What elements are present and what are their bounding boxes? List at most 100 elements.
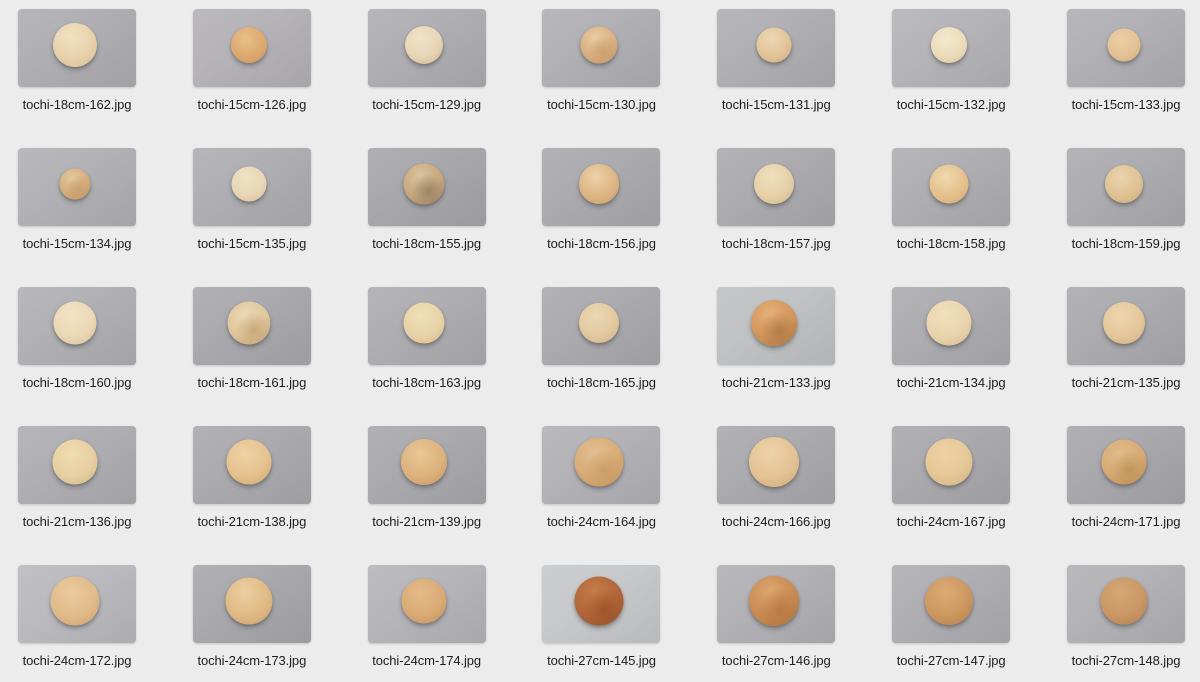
gallery-item[interactable]: tochi-18cm-163.jpg [368, 287, 486, 391]
gallery-item[interactable]: tochi-15cm-126.jpg [193, 9, 311, 113]
thumbnail-image[interactable] [717, 565, 835, 643]
thumbnail-image[interactable] [193, 148, 311, 226]
wooden-plate-photo [228, 301, 271, 344]
thumbnail-image[interactable] [1067, 565, 1185, 643]
gallery-item[interactable]: tochi-24cm-172.jpg [18, 565, 136, 669]
thumbnail-image[interactable] [892, 148, 1010, 226]
thumbnail-image[interactable] [717, 426, 835, 504]
filename-label: tochi-18cm-165.jpg [542, 375, 660, 391]
wooden-plate-photo [1101, 439, 1146, 484]
gallery-item[interactable]: tochi-18cm-159.jpg [1067, 148, 1185, 252]
gallery-item[interactable]: tochi-21cm-136.jpg [18, 426, 136, 530]
gallery-item[interactable]: tochi-24cm-171.jpg [1067, 426, 1185, 530]
wooden-plate-photo [227, 439, 272, 484]
thumbnail-image[interactable] [542, 287, 660, 365]
gallery-item[interactable]: tochi-18cm-162.jpg [18, 9, 136, 113]
filename-label: tochi-15cm-129.jpg [368, 97, 486, 113]
filename-label: tochi-15cm-134.jpg [18, 236, 136, 252]
gallery-item[interactable]: tochi-27cm-147.jpg [892, 565, 1010, 669]
filename-label: tochi-15cm-133.jpg [1067, 97, 1185, 113]
gallery-item[interactable]: tochi-27cm-146.jpg [717, 565, 835, 669]
thumbnail-image[interactable] [717, 287, 835, 365]
filename-label: tochi-21cm-135.jpg [1067, 375, 1185, 391]
gallery-item[interactable]: tochi-24cm-164.jpg [542, 426, 660, 530]
wooden-plate-photo [226, 577, 273, 624]
filename-label: tochi-18cm-156.jpg [542, 236, 660, 252]
gallery-item[interactable]: tochi-15cm-130.jpg [542, 9, 660, 113]
gallery-item[interactable]: tochi-18cm-158.jpg [892, 148, 1010, 252]
gallery-item[interactable]: tochi-27cm-145.jpg [542, 565, 660, 669]
filename-label: tochi-15cm-132.jpg [892, 97, 1010, 113]
filename-label: tochi-15cm-130.jpg [542, 97, 660, 113]
wooden-plate-photo [232, 166, 267, 201]
wooden-plate-photo [1100, 577, 1147, 624]
thumbnail-image[interactable] [18, 426, 136, 504]
gallery-item[interactable]: tochi-21cm-138.jpg [193, 426, 311, 530]
gallery-item[interactable]: tochi-24cm-166.jpg [717, 426, 835, 530]
gallery-item[interactable]: tochi-15cm-135.jpg [193, 148, 311, 252]
thumbnail-image[interactable] [193, 426, 311, 504]
thumbnail-image[interactable] [1067, 148, 1185, 226]
wooden-plate-photo [1103, 302, 1145, 344]
gallery-item[interactable]: tochi-18cm-156.jpg [542, 148, 660, 252]
wooden-plate-photo [579, 164, 619, 204]
gallery-item[interactable]: tochi-27cm-148.jpg [1067, 565, 1185, 669]
gallery-item[interactable]: tochi-18cm-155.jpg [368, 148, 486, 252]
gallery-item[interactable]: tochi-18cm-165.jpg [542, 287, 660, 391]
thumbnail-image[interactable] [18, 9, 136, 87]
gallery-item[interactable]: tochi-18cm-161.jpg [193, 287, 311, 391]
thumbnail-image[interactable] [18, 287, 136, 365]
filename-label: tochi-24cm-171.jpg [1067, 514, 1185, 530]
thumbnail-image[interactable] [18, 565, 136, 643]
wooden-plate-photo [231, 27, 267, 63]
filename-label: tochi-21cm-136.jpg [18, 514, 136, 530]
thumbnail-image[interactable] [1067, 287, 1185, 365]
thumbnail-image[interactable] [542, 565, 660, 643]
wooden-plate-photo [581, 26, 618, 63]
thumbnail-image[interactable] [368, 148, 486, 226]
gallery-item[interactable]: tochi-15cm-129.jpg [368, 9, 486, 113]
thumbnail-image[interactable] [368, 287, 486, 365]
filename-label: tochi-15cm-126.jpg [193, 97, 311, 113]
thumbnail-image[interactable] [193, 287, 311, 365]
gallery-item[interactable]: tochi-15cm-133.jpg [1067, 9, 1185, 113]
gallery-item[interactable]: tochi-21cm-134.jpg [892, 287, 1010, 391]
thumbnail-image[interactable] [542, 148, 660, 226]
thumbnail-image[interactable] [1067, 9, 1185, 87]
thumbnail-image[interactable] [193, 9, 311, 87]
thumbnail-image[interactable] [368, 426, 486, 504]
thumbnail-image[interactable] [193, 565, 311, 643]
thumbnail-image[interactable] [368, 9, 486, 87]
thumbnail-image[interactable] [368, 565, 486, 643]
filename-label: tochi-24cm-166.jpg [717, 514, 835, 530]
thumbnail-image[interactable] [18, 148, 136, 226]
thumbnail-image[interactable] [892, 9, 1010, 87]
thumbnail-image[interactable] [542, 426, 660, 504]
wooden-plate-photo [749, 576, 799, 626]
thumbnail-image[interactable] [892, 426, 1010, 504]
wooden-plate-photo [52, 439, 97, 484]
gallery-item[interactable]: tochi-24cm-173.jpg [193, 565, 311, 669]
thumbnail-image[interactable] [717, 148, 835, 226]
thumbnail-image[interactable] [542, 9, 660, 87]
wooden-plate-photo [401, 439, 447, 485]
thumbnail-image[interactable] [892, 565, 1010, 643]
filename-label: tochi-27cm-148.jpg [1067, 653, 1185, 669]
gallery-item[interactable]: tochi-15cm-131.jpg [717, 9, 835, 113]
gallery-item[interactable]: tochi-21cm-139.jpg [368, 426, 486, 530]
thumbnail-image[interactable] [1067, 426, 1185, 504]
gallery-item[interactable]: tochi-24cm-167.jpg [892, 426, 1010, 530]
thumbnail-image[interactable] [892, 287, 1010, 365]
filename-label: tochi-21cm-134.jpg [892, 375, 1010, 391]
gallery-item[interactable]: tochi-21cm-135.jpg [1067, 287, 1185, 391]
gallery-item[interactable]: tochi-24cm-174.jpg [368, 565, 486, 669]
wooden-plate-photo [931, 27, 967, 63]
gallery-item[interactable]: tochi-18cm-160.jpg [18, 287, 136, 391]
gallery-item[interactable]: tochi-15cm-132.jpg [892, 9, 1010, 113]
gallery-item[interactable]: tochi-18cm-157.jpg [717, 148, 835, 252]
filename-label: tochi-15cm-131.jpg [717, 97, 835, 113]
thumbnail-image[interactable] [717, 9, 835, 87]
gallery-item[interactable]: tochi-15cm-134.jpg [18, 148, 136, 252]
gallery-item[interactable]: tochi-21cm-133.jpg [717, 287, 835, 391]
wooden-plate-photo [575, 576, 624, 625]
